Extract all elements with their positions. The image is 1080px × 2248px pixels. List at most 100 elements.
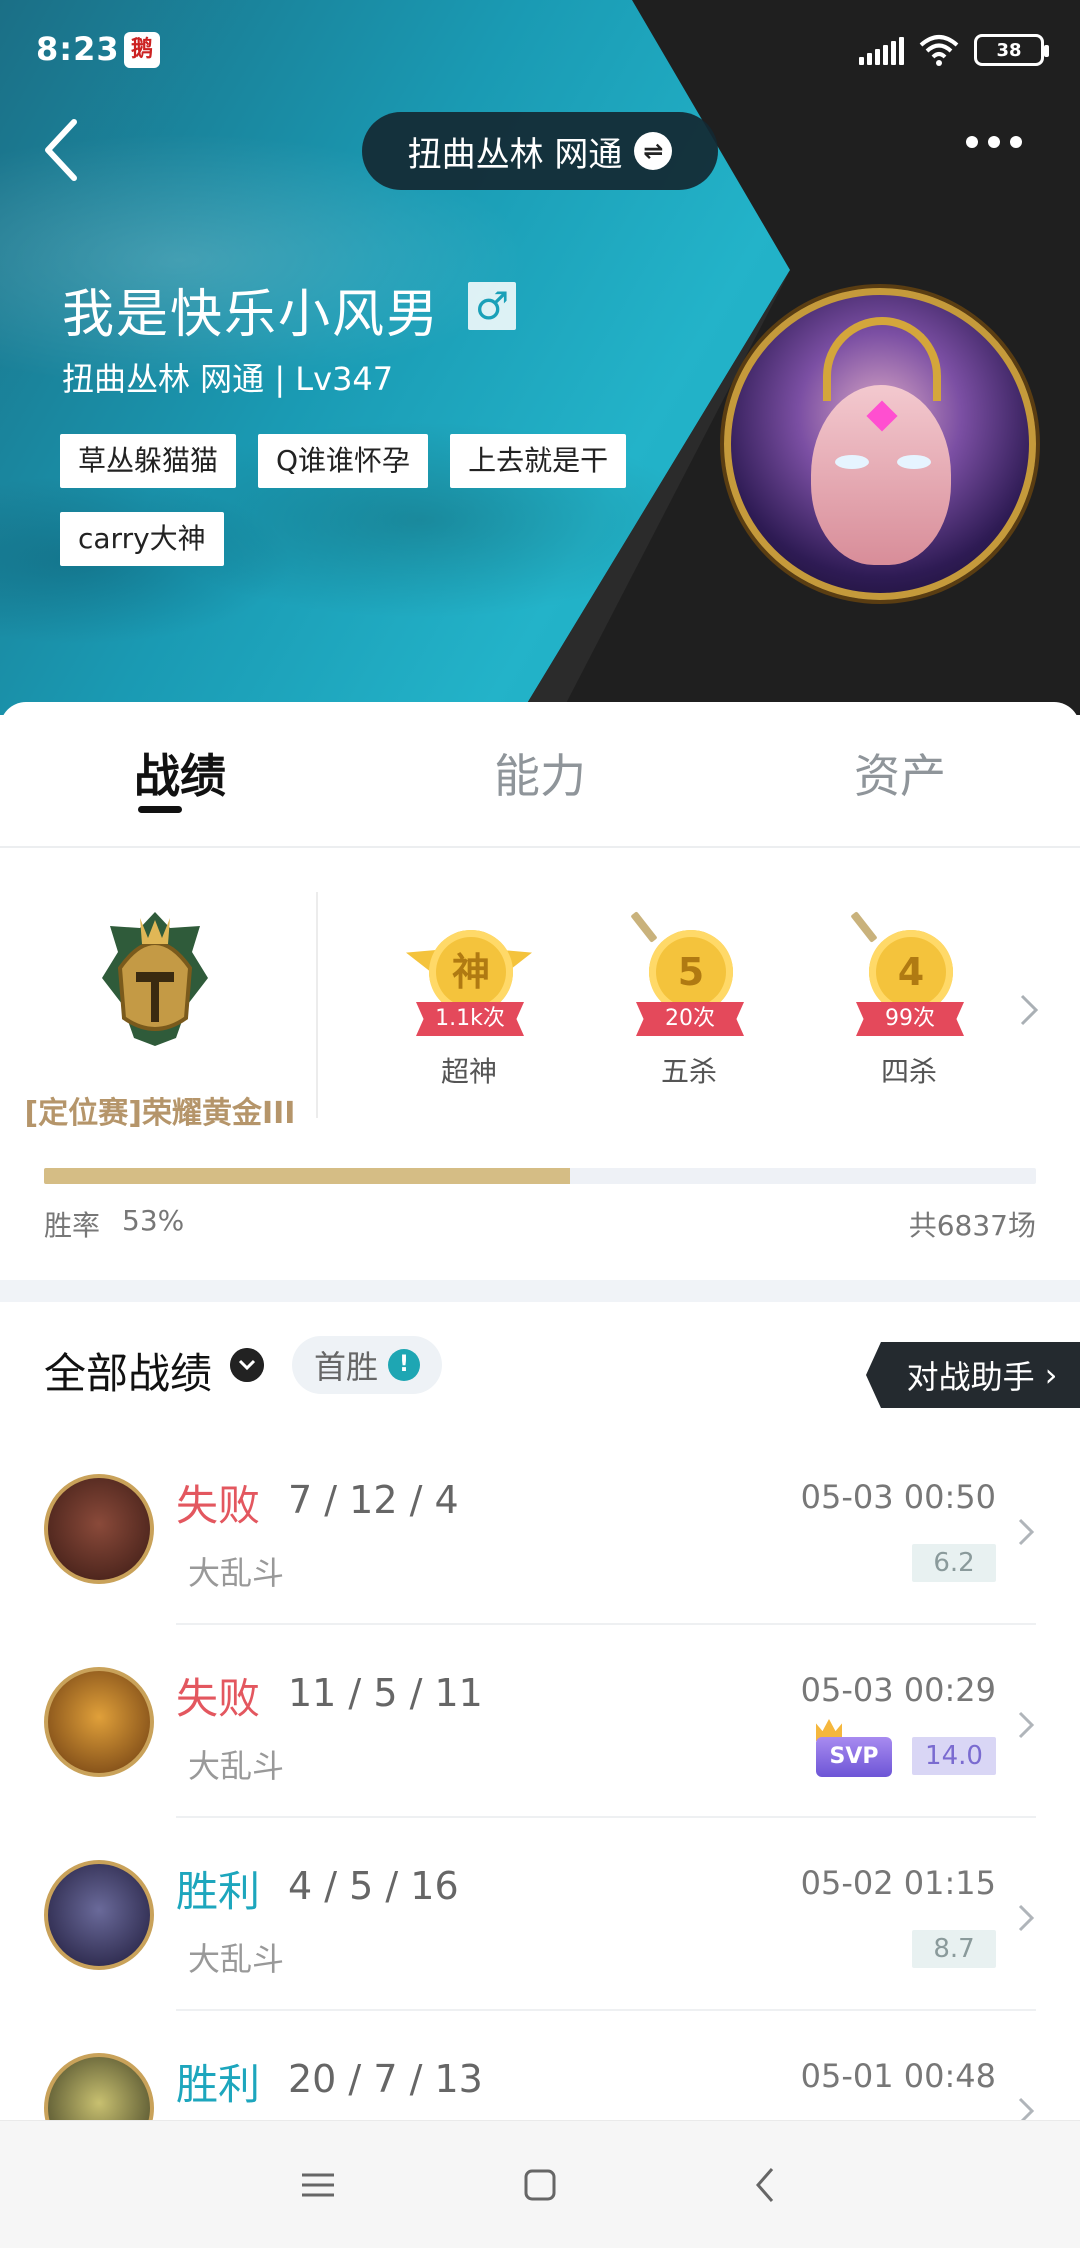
match-time: 05-01 00:48: [800, 2057, 996, 2095]
match-result: 胜利: [176, 1867, 261, 1916]
back-nav-icon[interactable]: [736, 2155, 796, 2215]
achievement-penta-kill[interactable]: 5 20次 五杀: [624, 910, 754, 1100]
home-icon[interactable]: [510, 2155, 570, 2215]
more-dot: [1010, 136, 1022, 148]
menu-icon[interactable]: [288, 2155, 348, 2215]
champion-avatar: [44, 1667, 154, 1777]
match-record-row[interactable]: 胜利 4 / 5 / 16 大乱斗 05-02 01:15 8.7: [0, 1818, 1080, 2011]
status-indicators: 38: [859, 30, 1049, 70]
server-name: 扭曲丛林 网通: [407, 134, 623, 175]
penta-kill-badge-icon: 5: [649, 930, 733, 1014]
match-mode: 大乱斗: [188, 1554, 285, 1592]
achievement-label: 四杀: [880, 1055, 937, 1088]
chevron-right-icon[interactable]: [1016, 990, 1042, 1030]
status-bar: 8:23 鹅 38: [0, 0, 1080, 100]
records-filter-dropdown[interactable]: 全部战绩: [44, 1340, 212, 1401]
records-filter-bar: 全部战绩 首胜 ! 对战助手 ›: [0, 1302, 1080, 1432]
match-kda: 11 / 5 / 11: [288, 1671, 483, 1715]
achievement-label: 五杀: [660, 1055, 717, 1088]
player-tag[interactable]: 草丛躲猫猫: [60, 434, 237, 488]
rank-label: [定位赛]荣耀黄金III: [24, 1096, 296, 1131]
tab-active-indicator: [138, 806, 182, 813]
player-tags: 草丛躲猫猫 Q谁谁怀孕 上去就是干 carry大神: [60, 434, 700, 566]
match-kda: 20 / 7 / 13: [288, 2057, 483, 2101]
signal-icon: [859, 35, 904, 65]
match-time: 05-03 00:50: [800, 1478, 996, 1516]
profile-tabs: 战绩 能力 资产: [0, 702, 1080, 848]
more-dot: [966, 136, 978, 148]
rank-summary: [定位赛]荣耀黄金III 神 1.1k次 超神 5 20次 五杀 4 99次 四…: [0, 850, 1080, 1280]
first-win-button[interactable]: 首胜 !: [292, 1336, 443, 1394]
match-kda: 4 / 5 / 16: [288, 1864, 459, 1908]
match-record-row[interactable]: 失败 11 / 5 / 11 大乱斗 05-03 00:29 SVP 14.0: [0, 1625, 1080, 1818]
match-result: 失败: [176, 1481, 261, 1530]
player-tag[interactable]: Q谁谁怀孕: [258, 434, 429, 488]
player-server-level: 扭曲丛林 网通 | Lv347: [62, 360, 394, 398]
achievement-quadra-kill[interactable]: 4 99次 四杀: [844, 910, 974, 1100]
profile-header: 8:23 鹅 38 扭曲丛林 网通 ⇌ 我是快乐小风男 ♂ 扭曲丛林 网通 |: [0, 0, 1080, 715]
match-kda: 7 / 12 / 4: [288, 1478, 459, 1522]
tab-ability[interactable]: 能力: [440, 740, 640, 806]
champion-avatar: [44, 1860, 154, 1970]
sword-icon: [630, 911, 658, 943]
tencent-app-icon: 鹅: [124, 32, 160, 68]
champion-avatar: [44, 2053, 154, 2122]
match-score: 14.0: [912, 1737, 996, 1775]
match-record-row[interactable]: 失败 7 / 12 / 4 大乱斗 05-03 00:50 6.2: [0, 1432, 1080, 1625]
player-name: 我是快乐小风男: [62, 285, 441, 345]
match-time: 05-02 01:15: [800, 1864, 996, 1902]
match-time: 05-03 00:29: [800, 1671, 996, 1709]
rank-divider: [316, 892, 318, 1118]
chevron-down-icon[interactable]: [230, 1348, 264, 1382]
back-button[interactable]: [34, 112, 94, 188]
godlike-badge-icon: 神: [429, 930, 513, 1014]
player-tag[interactable]: carry大神: [60, 512, 224, 566]
total-games: 共6837场: [908, 1209, 1036, 1242]
system-nav-bar: [0, 2120, 1080, 2248]
player-tag[interactable]: 上去就是干: [450, 434, 627, 488]
status-time: 8:23: [36, 30, 120, 68]
match-mode: 大乱斗: [188, 1747, 285, 1785]
achievement-label: 超神: [440, 1055, 497, 1088]
match-result: 胜利: [176, 2060, 261, 2109]
match-record-row[interactable]: 胜利 20 / 7 / 13 05-01 00:48: [0, 2011, 1080, 2122]
achievement-count: 99次: [856, 1002, 964, 1036]
gold-rank-helmet-icon[interactable]: [96, 908, 214, 1048]
match-record-list: 失败 7 / 12 / 4 大乱斗 05-03 00:50 6.2 失败 11 …: [0, 1432, 1080, 2122]
info-icon: !: [388, 1349, 421, 1381]
winrate-bar: [44, 1168, 1036, 1184]
champion-avatar: [44, 1474, 154, 1584]
server-switch-button[interactable]: 扭曲丛林 网通 ⇌: [362, 112, 718, 190]
sword-icon: [850, 911, 878, 943]
more-dot: [988, 136, 1000, 148]
svp-badge: SVP: [816, 1737, 892, 1777]
match-mode: 大乱斗: [188, 1940, 285, 1978]
battery-icon: 38: [974, 34, 1049, 66]
match-score: 8.7: [912, 1930, 996, 1968]
winrate-value: 53%: [122, 1204, 185, 1237]
battle-assistant-button[interactable]: 对战助手 ›: [866, 1342, 1080, 1408]
match-score: 6.2: [912, 1544, 996, 1582]
chevron-right-icon: ›: [1044, 1356, 1058, 1394]
quadra-kill-badge-icon: 4: [869, 930, 953, 1014]
winrate-label: 胜率: [44, 1209, 101, 1242]
battery-level: 38: [996, 39, 1022, 61]
achievement-godlike[interactable]: 神 1.1k次 超神: [404, 910, 534, 1100]
section-separator: [0, 1280, 1080, 1302]
more-button[interactable]: [966, 136, 1022, 148]
achievement-count: 20次: [636, 1002, 744, 1036]
male-icon: ♂: [468, 282, 516, 330]
first-win-label: 首胜: [314, 1348, 379, 1386]
chevron-right-icon: [1018, 1518, 1035, 1546]
tab-assets[interactable]: 资产: [800, 740, 1000, 806]
winrate-bar-fill: [44, 1168, 570, 1184]
player-avatar[interactable]: [724, 288, 1036, 600]
chevron-right-icon: [1018, 1904, 1035, 1932]
wifi-icon: [919, 35, 959, 66]
avatar-eye: [897, 455, 931, 469]
match-result: 失败: [176, 1674, 261, 1723]
achievement-count: 1.1k次: [416, 1002, 524, 1036]
chevron-right-icon: [1018, 2097, 1035, 2122]
tab-records[interactable]: 战绩: [80, 740, 280, 806]
chevron-right-icon: [1018, 1711, 1035, 1739]
